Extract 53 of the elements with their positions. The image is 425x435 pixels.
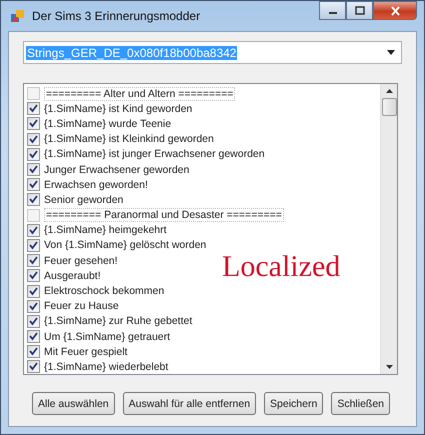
list-item[interactable]: {1.SimName} wiederbelebt [27, 359, 168, 374]
close-icon [390, 6, 400, 16]
scroll-up-icon[interactable] [386, 89, 392, 93]
checkbox[interactable] [27, 87, 40, 100]
list-item[interactable]: {1.SimName} ist junger Erwachsener geworden [27, 146, 265, 162]
checkbox[interactable] [27, 163, 40, 176]
scroll-thumb[interactable] [382, 98, 396, 116]
list-item[interactable]: {1.SimName} heimgekehrt [27, 222, 167, 238]
list-item[interactable]: {1.SimName} ist Kleinkind geworden [27, 132, 214, 147]
list-item[interactable]: Von {1.SimName} gelöscht worden [27, 238, 206, 254]
maximize-icon [354, 6, 364, 15]
checkbox[interactable] [27, 269, 40, 282]
list-item[interactable]: Junger Erwachsener geworden [27, 162, 190, 178]
list-item[interactable]: {1.SimName} ist Kind geworden [27, 101, 192, 116]
overlay-label: Localized [222, 252, 340, 282]
caret-icon [387, 50, 395, 55]
checkbox[interactable] [27, 254, 40, 268]
action-button[interactable]: Speichern [264, 392, 324, 415]
checkbox[interactable] [27, 330, 40, 344]
list-item[interactable]: {1.SimName} wurde Teenie [27, 116, 172, 132]
list-item[interactable]: Feuer gesehen! [27, 253, 118, 268]
list-item[interactable]: Mit Feuer gespielt [27, 344, 128, 360]
checkbox[interactable] [27, 284, 40, 298]
list-item[interactable]: Ausgeraubt! [27, 268, 101, 284]
window-title: Der Sims 3 Erinnerungsmodder [32, 9, 202, 23]
list-item[interactable]: Um {1.SimName} getrauert [27, 329, 170, 344]
checkbox[interactable] [27, 314, 40, 328]
app-icon [10, 8, 26, 24]
action-button[interactable]: Schließen [331, 392, 390, 415]
checkbox[interactable] [27, 208, 40, 222]
close-button[interactable] [373, 1, 417, 20]
maximize-button[interactable] [346, 1, 373, 20]
list-item[interactable]: Elektroschock bekommen [27, 283, 164, 299]
checkbox[interactable] [27, 132, 40, 146]
list-item[interactable]: {1.SimName} zur Ruhe gebettet [27, 314, 192, 329]
action-button[interactable]: Auswahl für alle entfernen [122, 392, 256, 415]
checkbox[interactable] [27, 238, 40, 252]
minimize-button[interactable] [319, 1, 346, 20]
checkbox[interactable] [27, 193, 40, 206]
checkbox[interactable] [27, 300, 40, 313]
checkbox[interactable] [27, 102, 40, 116]
action-button[interactable]: Alle auswählen [32, 392, 115, 415]
list-item[interactable]: Senior geworden [27, 192, 124, 208]
checkbox[interactable] [27, 224, 40, 237]
scrollbar[interactable] [380, 84, 397, 374]
checkbox[interactable] [27, 360, 40, 374]
checkbox[interactable] [27, 345, 40, 358]
list-item[interactable]: Feuer zu Hause [27, 298, 119, 314]
list-item[interactable]: Erwachsen geworden! [27, 177, 148, 192]
checkbox[interactable] [27, 148, 40, 161]
checkbox[interactable] [27, 178, 40, 192]
checkbox[interactable] [27, 117, 40, 130]
scroll-down-icon[interactable] [386, 365, 392, 369]
